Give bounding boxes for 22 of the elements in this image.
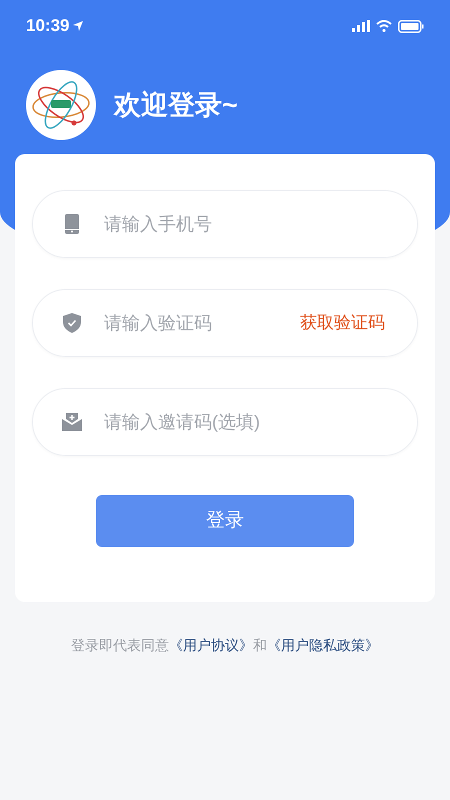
location-icon bbox=[73, 21, 84, 31]
signal-icon bbox=[352, 20, 370, 32]
input-field[interactable]: 请输入验证码 获取验证码 bbox=[32, 289, 418, 357]
wifi-icon bbox=[376, 20, 392, 32]
text-input[interactable]: 请输入邀请码(选填) bbox=[104, 408, 385, 436]
text-input[interactable]: 请输入手机号 bbox=[104, 210, 385, 238]
agreement-link[interactable]: 《用户协议》 bbox=[169, 635, 253, 656]
welcome-title: 欢迎登录~ bbox=[114, 88, 238, 122]
phone-icon bbox=[64, 214, 80, 234]
envelope-icon bbox=[62, 413, 82, 431]
agreement-link[interactable]: 《用户隐私政策》 bbox=[267, 635, 379, 656]
input-field[interactable]: 请输入手机号 bbox=[32, 190, 418, 258]
battery-icon bbox=[398, 20, 424, 32]
logo-icon bbox=[26, 70, 96, 140]
input-field[interactable]: 请输入邀请码(选填) bbox=[32, 388, 418, 456]
shield-icon bbox=[63, 313, 81, 333]
get-code-button[interactable]: 获取验证码 bbox=[300, 310, 385, 336]
status-time: 10:39 bbox=[26, 15, 70, 38]
agreement-text: 登录即代表同意 bbox=[71, 636, 169, 655]
text-input[interactable]: 请输入验证码 bbox=[104, 310, 278, 336]
agreement-text: 和 bbox=[253, 636, 267, 655]
login-button[interactable]: 登录 bbox=[96, 495, 354, 547]
